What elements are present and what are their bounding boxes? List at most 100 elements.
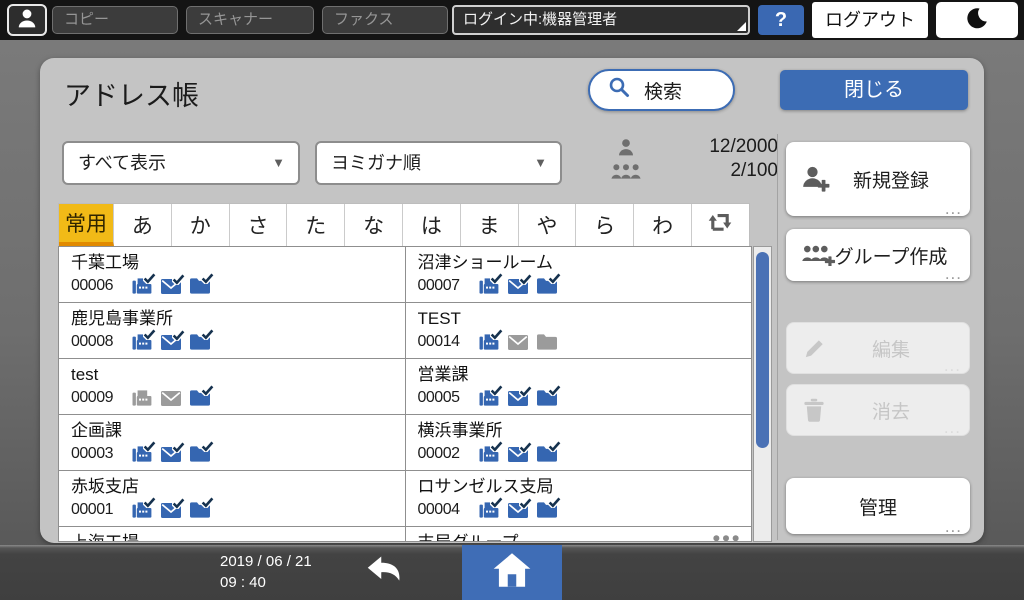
contact-cell[interactable]: 沼津ショールーム 00007 [406, 247, 752, 302]
person-add-icon [802, 166, 830, 192]
help-button[interactable]: ? [758, 5, 804, 35]
folder-icon [190, 446, 210, 462]
folder-icon [537, 334, 557, 350]
contact-code: 00014 [418, 333, 470, 351]
pencil-icon [803, 336, 827, 360]
contact-detail-line: 00003 [71, 445, 395, 463]
contact-name: 横浜事業所 [418, 419, 742, 443]
fax-icon [132, 334, 152, 350]
ellipsis: ... [944, 359, 961, 373]
mail-icon [161, 279, 181, 294]
mail-icon [508, 335, 528, 350]
index-tab-な[interactable]: な [345, 204, 403, 246]
contact-cell[interactable]: 上海工場 [59, 527, 405, 542]
contact-cell[interactable]: ロサンゼルス支局 00004 [406, 471, 752, 526]
contact-code: 00002 [418, 445, 470, 463]
contact-cell[interactable]: 支局グループ [406, 527, 752, 542]
contact-code: 00009 [71, 389, 123, 407]
contact-code: 00003 [71, 445, 123, 463]
edit-button[interactable]: 編集 ... [786, 322, 970, 374]
contact-name: ロサンゼルス支局 [418, 475, 742, 499]
contact-cell[interactable]: 営業課 00005 [406, 359, 752, 414]
index-tab-は[interactable]: は [403, 204, 461, 246]
address-book-panel: アドレス帳 検索 閉じる すべて表示 ▼ ヨミガナ順 ▼ 12/2000 [40, 58, 984, 543]
home-button[interactable] [462, 545, 562, 600]
device-screen: コピー スキャナー ファクス ログイン中:機器管理者 ? ログアウト アドレス帳… [0, 0, 1024, 600]
fax-icon [479, 278, 499, 294]
delete-button[interactable]: 消去 ... [786, 384, 970, 436]
index-tab-や[interactable]: や [519, 204, 577, 246]
contact-cell[interactable]: 鹿児島事業所 00008 [59, 303, 405, 358]
register-button[interactable]: 新規登録 ... [786, 142, 970, 216]
trash-icon [803, 398, 825, 422]
index-tab-わ[interactable]: わ [634, 204, 692, 246]
contact-name: 鹿児島事業所 [71, 307, 395, 331]
login-status[interactable]: ログイン中:機器管理者 [452, 5, 750, 35]
energy-saver-button[interactable] [936, 2, 1018, 38]
contact-cell[interactable]: 赤坂支店 00001 [59, 471, 405, 526]
top-bar: コピー スキャナー ファクス ログイン中:機器管理者 ? ログアウト [0, 0, 1024, 40]
list-scrollbar-thumb[interactable] [756, 252, 769, 448]
contact-detail-line: 00006 [71, 277, 395, 295]
folder-icon [537, 278, 557, 294]
user-button[interactable] [7, 4, 47, 36]
tab-fax[interactable]: ファクス [322, 6, 448, 34]
filter-value: すべて表示 [78, 153, 166, 173]
contact-name: 上海工場 [71, 531, 395, 542]
fax-icon [479, 390, 499, 406]
create-group-button[interactable]: グループ作成 ... [786, 229, 970, 281]
page-title: アドレス帳 [64, 74, 199, 113]
mail-icon [508, 279, 528, 294]
contact-code: 00006 [71, 277, 123, 295]
contact-cell[interactable]: 企画課 00003 [59, 415, 405, 470]
contact-code: 00004 [418, 501, 470, 519]
close-button[interactable]: 閉じる [780, 70, 968, 110]
tab-scanner[interactable]: スキャナー [186, 6, 314, 34]
contact-name: 千葉工場 [71, 251, 395, 275]
search-button[interactable]: 検索 [588, 69, 735, 111]
contact-detail-line: 00004 [418, 501, 742, 519]
contact-name: 沼津ショールーム [418, 251, 742, 275]
folder-icon [537, 502, 557, 518]
index-tab-ら[interactable]: ら [576, 204, 634, 246]
fax-icon [132, 278, 152, 294]
folder-icon [190, 502, 210, 518]
contact-detail-line: 00009 [71, 389, 395, 407]
contact-cell[interactable]: TEST 00014 [406, 303, 752, 358]
search-label: 検索 [644, 77, 682, 104]
contact-name: 赤坂支店 [71, 475, 395, 499]
logout-button[interactable]: ログアウト [812, 2, 928, 38]
back-button[interactable] [352, 551, 418, 594]
ellipsis: ... [945, 267, 962, 281]
panel-divider [777, 134, 778, 540]
index-tab-あ[interactable]: あ [114, 204, 172, 246]
contact-list: 千葉工場 00006 沼津ショールーム 00007 [58, 246, 752, 542]
sort-dropdown[interactable]: ヨミガナ順 ▼ [315, 141, 562, 185]
index-tab-さ[interactable]: さ [230, 204, 288, 246]
fax-icon [132, 446, 152, 462]
manage-label: 管理 [859, 493, 897, 520]
index-tab-か[interactable]: か [172, 204, 230, 246]
index-tab-常用[interactable]: 常用 [59, 204, 114, 246]
filter-dropdown[interactable]: すべて表示 ▼ [62, 141, 300, 185]
group-count: 2/100 [646, 160, 778, 182]
index-tab-た[interactable]: た [287, 204, 345, 246]
mail-icon [161, 503, 181, 518]
datetime: 2019 / 06 / 21 09 : 40 [220, 551, 312, 593]
user-icon [16, 7, 38, 34]
tab-copy[interactable]: コピー [52, 6, 178, 34]
manage-button[interactable]: 管理 ... [786, 478, 970, 534]
ellipsis: ... [945, 520, 962, 534]
contact-cell[interactable]: 千葉工場 00006 [59, 247, 405, 302]
home-icon [492, 552, 532, 593]
index-tab-ま[interactable]: ま [461, 204, 519, 246]
mail-icon [508, 447, 528, 462]
list-scrollbar-track[interactable] [753, 246, 772, 542]
mail-icon [161, 335, 181, 350]
index-switch-button[interactable] [692, 204, 749, 246]
contact-cell[interactable]: 横浜事業所 00002 [406, 415, 752, 470]
contact-cell[interactable]: test 00009 [59, 359, 405, 414]
person-icon [606, 139, 646, 156]
index-tab-bar: 常用あかさたなはまやらわ [58, 203, 750, 246]
bottom-bar: 2019 / 06 / 21 09 : 40 [0, 545, 1024, 600]
